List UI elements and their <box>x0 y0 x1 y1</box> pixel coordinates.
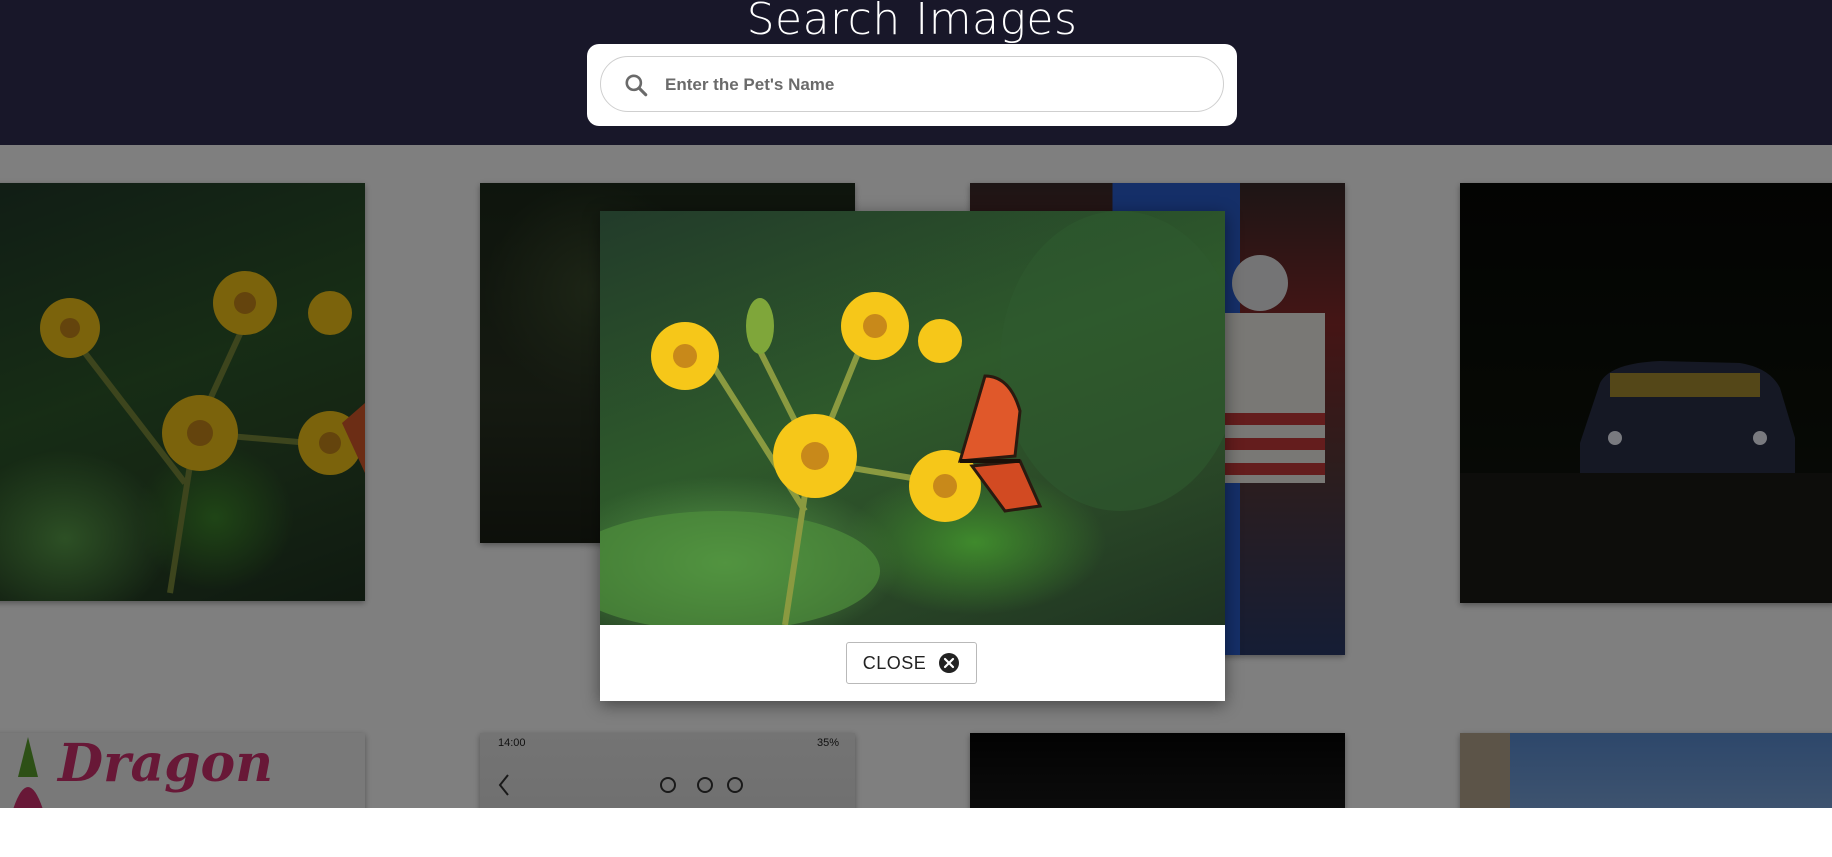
close-icon <box>939 653 960 673</box>
close-button[interactable]: CLOSE <box>846 642 977 684</box>
modal-footer: CLOSE <box>600 625 1225 701</box>
search-input[interactable] <box>663 67 1187 103</box>
preview-image <box>600 211 1225 625</box>
page-title: Search Images <box>746 0 1078 45</box>
close-label: CLOSE <box>862 652 927 673</box>
search-icon <box>625 74 648 97</box>
page-bottom <box>0 808 1832 857</box>
search-card <box>587 44 1237 126</box>
image-preview-modal: CLOSE <box>600 211 1225 701</box>
header: Search Images <box>0 0 1832 145</box>
preview-flowers-photo <box>600 211 1225 625</box>
search-box[interactable] <box>600 56 1224 112</box>
